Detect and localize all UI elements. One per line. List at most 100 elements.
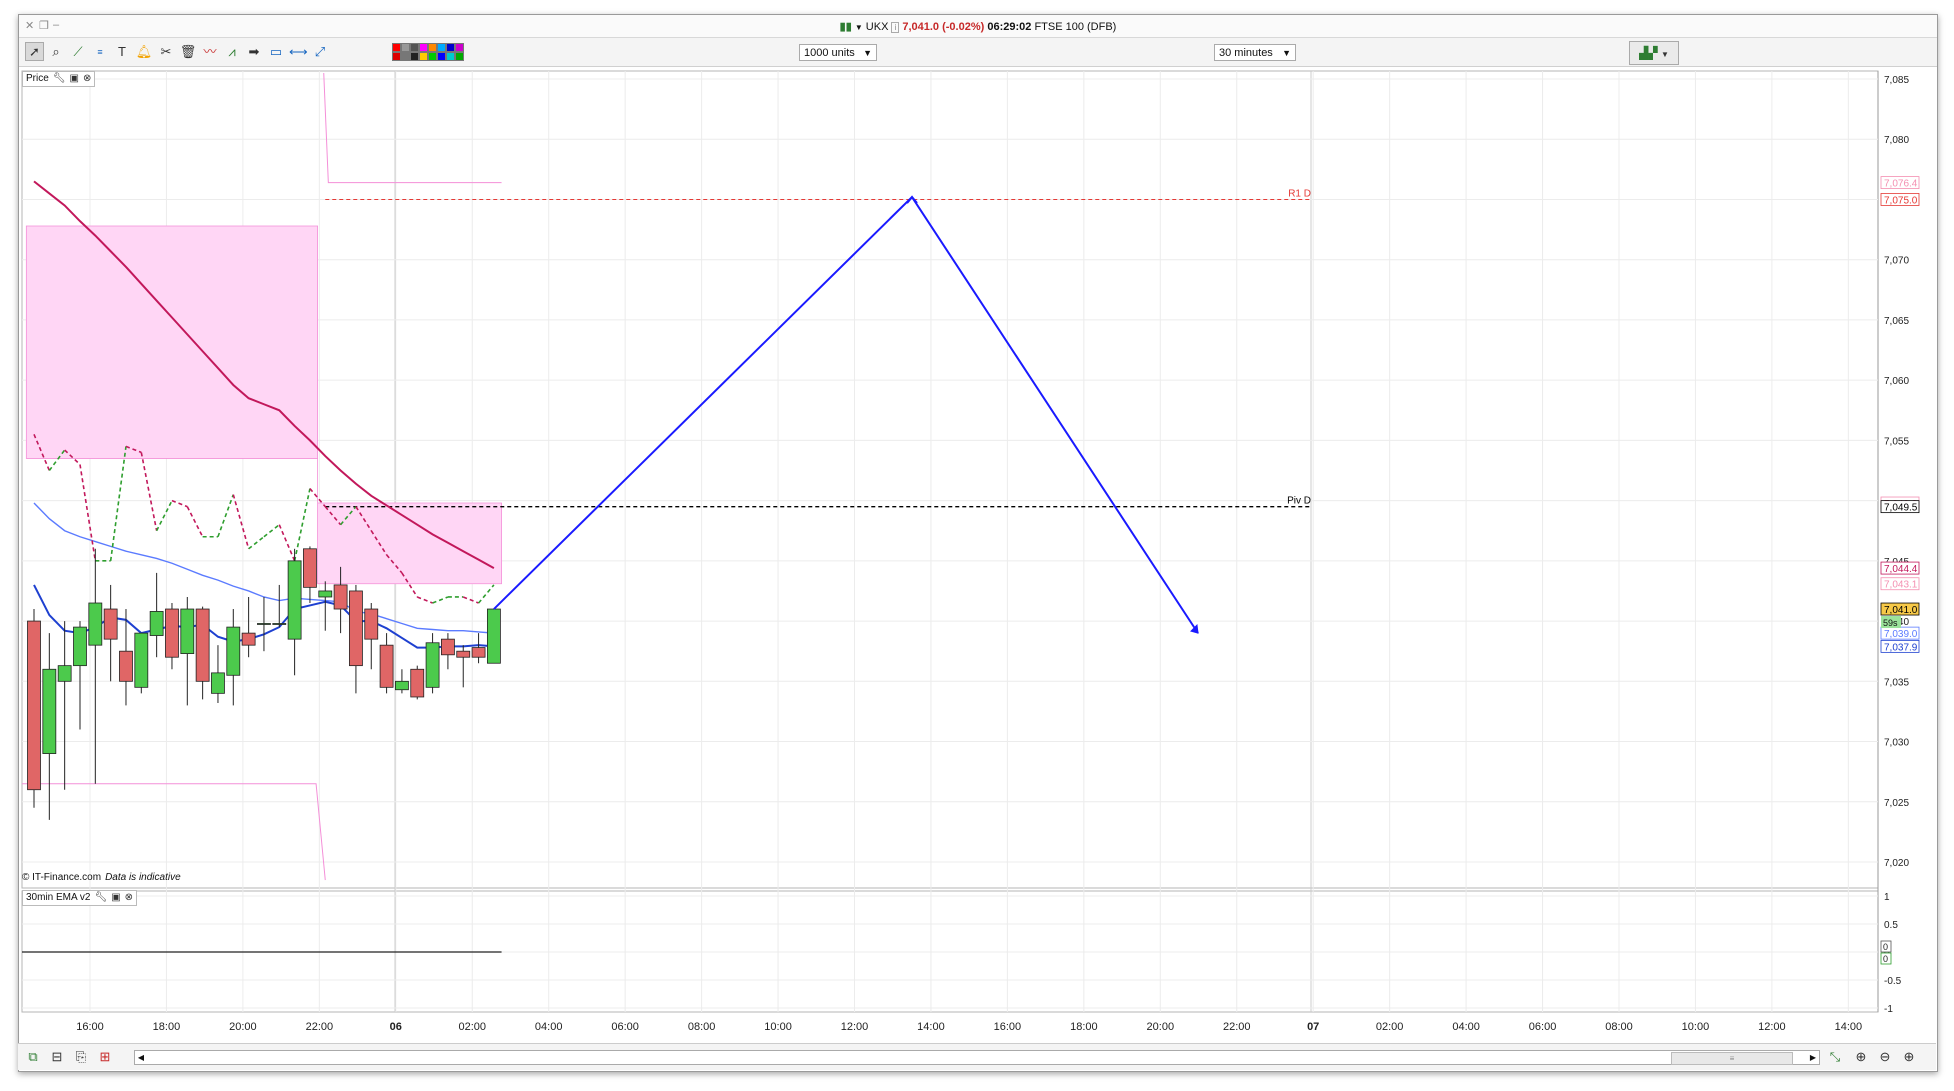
candle-body [364, 608, 379, 640]
candle-body [456, 650, 471, 658]
candle-body [471, 647, 486, 658]
dashed-ema-segment [462, 596, 479, 604]
level-line-label: Piv D [1287, 496, 1311, 507]
indicators-icon[interactable]: ⊞ [96, 1048, 114, 1066]
zoom-out-icon[interactable]: ⊖ [1876, 1048, 1894, 1066]
indicator-tick-label: 0.5 [1884, 920, 1898, 931]
band-upper-outer [323, 72, 502, 184]
indicator-tick-label: -1 [1884, 1004, 1893, 1015]
candle-body [241, 632, 256, 646]
candle-body [257, 623, 271, 625]
level-line-label: R1 D [1288, 188, 1311, 199]
candle-body [165, 608, 179, 658]
dashed-ema-segment [432, 596, 449, 604]
zoom-fit-icon[interactable]: ⊕ [1852, 1048, 1870, 1066]
price-tag-label: 7,043.1 [1884, 580, 1918, 591]
x-axis-tick-label: 22:00 [1223, 1021, 1251, 1033]
chart-settings-icon[interactable]: ⧉ [24, 1048, 42, 1066]
x-axis-tick-label: 16:00 [76, 1021, 104, 1033]
y-axis-tick-label: 7,025 [1884, 798, 1909, 809]
zoom-in-icon[interactable]: ⊕ [1900, 1048, 1918, 1066]
x-axis-tick-label: 08:00 [688, 1021, 716, 1033]
x-axis-tick-label: 06:00 [611, 1021, 639, 1033]
price-panel-label: Price 🔧︎ ▣ ⊗ [22, 71, 96, 87]
y-axis-tick-label: 7,060 [1884, 376, 1909, 387]
x-axis-tick-label: 20:00 [229, 1021, 257, 1033]
dashed-ema-segment [477, 584, 495, 604]
dashed-ema-segment [140, 452, 158, 531]
candle-body [425, 642, 440, 688]
candle-body [119, 650, 133, 682]
dashed-ema-segment [232, 494, 250, 550]
y-axis-tick-label: 7,085 [1884, 75, 1909, 86]
y-axis-tick-label: 7,070 [1884, 256, 1909, 267]
candle-body [42, 668, 57, 754]
candle-body [195, 608, 210, 682]
candle-body [88, 602, 103, 646]
y-axis-tick-label: 7,055 [1884, 436, 1909, 447]
price-tag-label: 7,076.4 [1884, 179, 1918, 190]
candle-body [486, 608, 501, 664]
x-axis-tick-label: 16:00 [994, 1021, 1022, 1033]
candle-body [57, 665, 72, 682]
x-axis-tick-label: 02:00 [1376, 1021, 1404, 1033]
data-copyright: © IT-Finance.com Data is indicative [22, 872, 181, 883]
x-axis-tick-label: 14:00 [917, 1021, 945, 1033]
x-axis-tick-label: 12:00 [841, 1021, 869, 1033]
scroll-thumb[interactable]: ≡ [1671, 1052, 1793, 1065]
close-icon[interactable]: ⊗ [83, 72, 91, 86]
x-axis-tick-label: 18:00 [153, 1021, 181, 1033]
bottom-toolbar: ⧉ ⊟ ⎘ ⊞ ◀ ≡ ▶ ⤡ ⊕ ⊖ ⊕ [18, 1043, 1936, 1070]
x-axis-tick-label: 10:00 [1682, 1021, 1710, 1033]
indicator-value-label: 0 [1883, 942, 1888, 952]
y-axis-tick-label: 7,030 [1884, 738, 1909, 749]
x-axis-tick-label: 14:00 [1835, 1021, 1863, 1033]
candle-body [211, 672, 225, 694]
x-axis-tick-label: 22:00 [306, 1021, 334, 1033]
countdown-label: 59s [1883, 618, 1898, 628]
candle-body [103, 608, 118, 640]
candle-body [441, 638, 455, 656]
x-axis-tick-label: 02:00 [458, 1021, 486, 1033]
wrench-icon[interactable]: 🔧︎ [94, 891, 107, 905]
candle-body [333, 584, 348, 610]
dashed-ema-segment [248, 536, 265, 550]
x-axis-tick-label: 08:00 [1605, 1021, 1633, 1033]
dashed-ema-segment [155, 500, 173, 532]
x-axis-tick-label: 20:00 [1147, 1021, 1175, 1033]
dashed-ema-segment [79, 464, 97, 561]
candle-body [272, 623, 287, 625]
band-lower-outer [22, 783, 326, 881]
price-tag-label: 7,044.4 [1884, 564, 1918, 575]
dashed-ema-segment [278, 524, 296, 562]
close-icon[interactable]: ⊗ [125, 891, 133, 905]
scroll-right-icon[interactable]: ▶ [1807, 1051, 1819, 1064]
wrench-icon[interactable]: 🔧︎ [53, 72, 66, 86]
candle-body [410, 668, 425, 698]
projection-arrowhead-up [906, 195, 918, 204]
dashed-ema-segment [109, 446, 127, 561]
dashed-ema-segment [416, 596, 433, 604]
notes-icon[interactable]: ⎘ [72, 1048, 90, 1066]
candle-body [226, 626, 241, 676]
y-axis-tick-label: 7,065 [1884, 316, 1909, 327]
indicator-panel-label: 30min EMA v2 🔧︎ ▣ ⊗ [22, 890, 138, 906]
add-study-icon[interactable]: ⊟ [48, 1048, 66, 1066]
projection-path [493, 195, 1199, 634]
candle-body [349, 590, 363, 667]
candle-body [395, 680, 409, 691]
dashed-ema-segment [171, 499, 188, 508]
indicator-value-label: 0 [1883, 954, 1888, 964]
window-icon[interactable]: ▣ [70, 72, 79, 86]
candle-body [27, 620, 41, 791]
auto-scale-icon[interactable]: ⤡ [1826, 1048, 1844, 1066]
x-axis-tick-label: 04:00 [1452, 1021, 1480, 1033]
time-scrollbar[interactable]: ◀ ≡ ▶ [134, 1050, 1820, 1065]
price-tag-label: 7,041.0 [1884, 605, 1918, 616]
window-icon[interactable]: ▣ [111, 891, 120, 905]
scroll-left-icon[interactable]: ◀ [135, 1051, 147, 1064]
price-chart[interactable]: 16:00 18:00 20:00 22:00 06 02:00 04:00 06:00 08:… [0, 0, 1954, 1091]
copyright-text: © IT-Finance.com [22, 872, 102, 883]
candle-body [379, 644, 394, 688]
indicator-tick-label: -0.5 [1884, 976, 1902, 987]
